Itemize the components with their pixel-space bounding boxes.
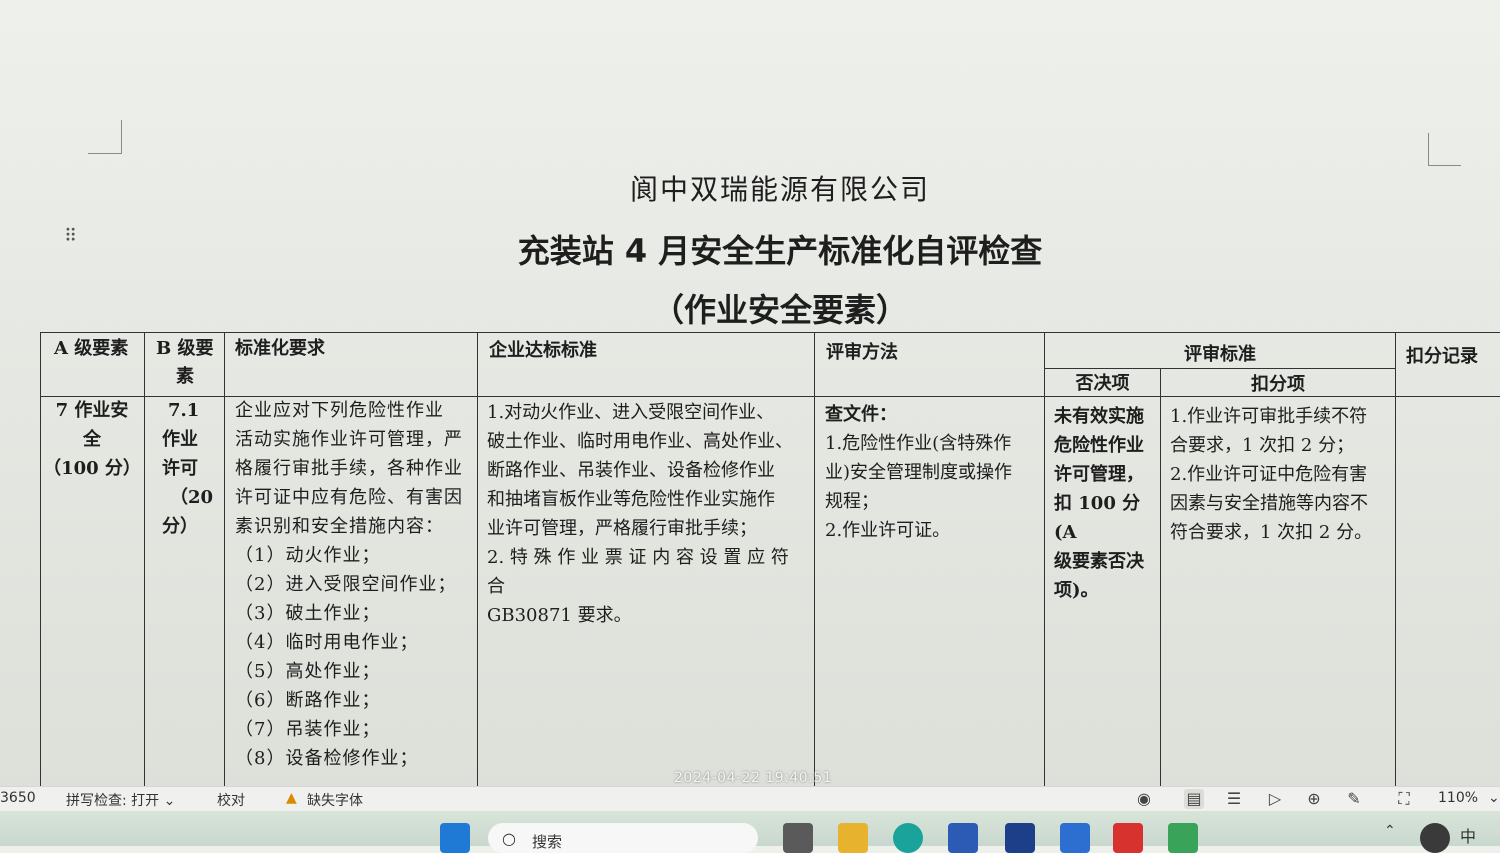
app-icon-3[interactable] bbox=[1168, 823, 1198, 853]
app-icon-2[interactable] bbox=[1060, 823, 1090, 853]
proofread-button[interactable]: 校对 bbox=[217, 790, 245, 810]
task-view-icon[interactable] bbox=[783, 823, 813, 853]
header-deduction-item: 扣分项 bbox=[1251, 374, 1305, 395]
header-a-level: A 级要素 bbox=[54, 338, 129, 359]
taskbar: ○ 搜索 ⌃ 中 bbox=[0, 811, 1500, 853]
header-veto-item: 否决项 bbox=[1075, 373, 1130, 394]
document-title: 充装站 4 月安全生产标准化自评检查 bbox=[517, 232, 1043, 270]
header-standard-requirement: 标准化要求 bbox=[235, 338, 325, 359]
status-bar: 3650 拼写检查: 打开 ⌄ 校对 ▲ 缺失字体 ◉ ▤ ☰ ▷ ⊕ ✎ ⛶ … bbox=[0, 786, 1500, 811]
outline-view-icon[interactable]: ☰ bbox=[1224, 789, 1244, 809]
deduction-record-cell[interactable] bbox=[1396, 396, 1500, 786]
app-icon[interactable] bbox=[1005, 823, 1035, 853]
missing-font-button[interactable]: 缺失字体 bbox=[307, 790, 363, 810]
document-page: ⠿ 阆中双瑞能源有限公司 充装站 4 月安全生产标准化自评检查 （作业安全要素）… bbox=[0, 0, 1500, 786]
tray-chevron-icon[interactable]: ⌃ bbox=[1384, 823, 1414, 853]
standard-requirement-cell: 企业应对下列危险性作业 活动实施作业许可管理，严 格履行审批手续，各种作业 许可… bbox=[235, 400, 463, 769]
header-b-level-line1: B 级要 bbox=[156, 338, 214, 359]
b-level-cell: 7.1 作业 许可 （20 分） bbox=[162, 400, 214, 537]
file-explorer-icon[interactable] bbox=[838, 823, 868, 853]
fit-screen-icon[interactable]: ⛶ bbox=[1394, 789, 1414, 809]
photo-timestamp: 2024-04-22 19:40:51 bbox=[674, 770, 833, 786]
input-method-icon[interactable]: 中 bbox=[1460, 823, 1490, 853]
zoom-level[interactable]: 110% bbox=[1438, 790, 1478, 806]
taskbar-search[interactable]: ○ 搜索 bbox=[488, 823, 758, 853]
page-margin-corner-left bbox=[88, 120, 122, 154]
play-icon[interactable]: ▷ bbox=[1265, 789, 1285, 809]
page-view-icon[interactable]: ▤ bbox=[1184, 789, 1204, 809]
a-level-cell: 7 作业安 全 （100 分） bbox=[43, 400, 141, 479]
header-deduction-record: 扣分记录 bbox=[1406, 346, 1478, 367]
assessment-table[interactable]: A 级要素 B 级要 素 标准化要求 企业达标标准 评审方法 评审标准 否决项 … bbox=[40, 332, 1500, 786]
search-icon: ○ bbox=[502, 829, 516, 848]
page-margin-corner-right bbox=[1428, 133, 1461, 166]
header-enterprise-standard: 企业达标标准 bbox=[489, 340, 597, 361]
store-icon[interactable] bbox=[948, 823, 978, 853]
windows-start-icon[interactable] bbox=[440, 823, 470, 853]
deduction-cell: 1.作业许可审批手续不符 合要求，1 次扣 2 分； 2.作业许可证中危险有害 … bbox=[1170, 406, 1373, 543]
veto-cell: 未有效实施 危险性作业 许可管理， 扣 100 分(A 级要素否决 项)。 bbox=[1054, 406, 1144, 601]
spellcheck-toggle[interactable]: 拼写检查: 打开 ⌄ bbox=[66, 790, 175, 810]
header-b-level-line2: 素 bbox=[176, 366, 194, 387]
tray-app-icon[interactable] bbox=[1420, 823, 1450, 853]
zoom-chevron-icon[interactable]: ⌄ bbox=[1488, 790, 1500, 806]
eye-icon[interactable]: ◉ bbox=[1134, 789, 1154, 809]
company-name: 阆中双瑞能源有限公司 bbox=[629, 173, 930, 206]
edge-browser-icon[interactable] bbox=[893, 823, 923, 853]
header-review-method: 评审方法 bbox=[826, 342, 898, 363]
document-subtitle: （作业安全要素） bbox=[651, 291, 908, 329]
header-review-criteria: 评审标准 bbox=[1184, 344, 1256, 365]
web-view-icon[interactable]: ⊕ bbox=[1304, 789, 1324, 809]
enterprise-standard-cell: 1.对动火作业、进入受限空间作业、 破土作业、临时用电作业、高处作业、 断路作业… bbox=[487, 402, 793, 626]
pen-icon[interactable]: ✎ bbox=[1344, 789, 1364, 809]
chevron-down-icon: ⌄ bbox=[163, 793, 176, 809]
word-count[interactable]: 3650 bbox=[0, 790, 36, 806]
warning-icon: ▲ bbox=[286, 790, 297, 806]
review-method-cell: 查文件： 1.危险性作业(含特殊作 业)安全管理制度或操作 规程； 2.作业许可… bbox=[825, 404, 1013, 541]
wps-icon[interactable] bbox=[1113, 823, 1143, 853]
